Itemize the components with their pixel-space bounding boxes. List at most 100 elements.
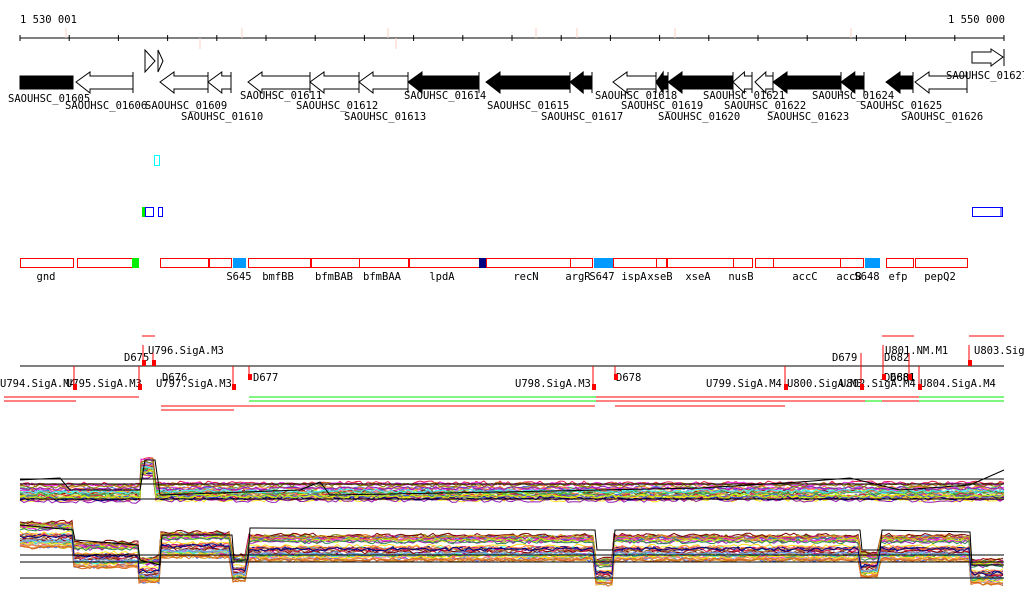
promoter-label: U804.SigA.M4	[920, 378, 996, 390]
feature-box	[145, 207, 154, 217]
annotation-track: gnd S645 bmfBB bfmBAB bfmBAA lpdA recN argRS647…	[20, 258, 968, 283]
promoter-label: D678	[616, 372, 641, 384]
gene-arrow	[485, 71, 571, 95]
annotation-box[interactable]	[773, 258, 841, 268]
promoter-label: U796.SigA.M3	[148, 345, 224, 357]
promoter-flag	[592, 384, 596, 390]
promoter-label: D682	[884, 352, 909, 364]
small-gene-arrow	[157, 49, 164, 73]
expression-profile	[19, 457, 1005, 487]
annotation-box[interactable]	[656, 258, 667, 268]
feature-box	[142, 207, 145, 217]
promoter-flag	[73, 384, 77, 390]
annotation-label: xseA	[685, 271, 711, 283]
gene-arrow	[207, 71, 232, 95]
annotation-label: S648	[854, 271, 879, 283]
gene-saouhsc-01627[interactable]: SAOUHSC_01627	[946, 48, 1024, 82]
gene-label: SAOUHSC_01617	[541, 111, 623, 123]
gene-arrow	[159, 71, 209, 95]
gene-arrow	[19, 75, 74, 90]
annotation-box[interactable]	[248, 258, 311, 268]
annotation-label: nusB	[728, 271, 753, 283]
gene-label: SAOUHSC_01620	[658, 111, 740, 123]
promoter-flag	[152, 360, 156, 366]
gene-arrow	[358, 71, 409, 95]
promoter-flag	[248, 374, 252, 380]
promoter-flag	[142, 360, 146, 366]
annotation-label: lpdA	[429, 271, 455, 283]
annotation-label: xseB	[647, 271, 672, 283]
annotation-box[interactable]	[594, 258, 613, 268]
promoter-flag	[614, 374, 618, 380]
annotation-box[interactable]	[570, 258, 593, 268]
promoter-flag	[860, 384, 864, 390]
gene-label: SAOUHSC_01623	[767, 111, 849, 123]
annotation-label: bfmBAA	[363, 271, 402, 283]
annotation-label: S645	[226, 271, 251, 283]
promoter-label: U794.SigA.M4	[0, 378, 76, 390]
annotation-box[interactable]	[359, 258, 409, 268]
ruler-start-label: 1 530 001	[20, 14, 77, 26]
annotation-box[interactable]	[132, 258, 139, 268]
genome-browser-view[interactable]: 1 530 001 1 550 000 SAOUHSC_01605SAOUHSC…	[0, 0, 1024, 611]
annotation-label: bfmBAB	[315, 271, 353, 283]
gene-arrow	[75, 71, 134, 95]
gene-saouhsc-01615[interactable]: SAOUHSC_01615	[485, 71, 571, 112]
annotation-label: pepQ2	[924, 271, 956, 283]
gene-saouhsc-01611[interactable]: SAOUHSC_01611	[240, 71, 322, 102]
annotation-box[interactable]	[915, 258, 968, 268]
ruler-end-label: 1 550 000	[948, 14, 1005, 26]
gene-saouhsc-01614[interactable]: SAOUHSC_01614	[404, 71, 486, 102]
feature-box	[158, 207, 163, 217]
promoter-label: U797.SigA.M3	[156, 378, 232, 390]
promoter-label: D677	[253, 372, 278, 384]
annotation-label: S647	[589, 271, 614, 283]
gene-label: SAOUHSC_01613	[344, 111, 426, 123]
gene-label: SAOUHSC_01606	[65, 100, 147, 112]
annotation-label: efp	[889, 271, 908, 283]
ruler: 1 530 001 1 550 000	[19, 14, 1005, 49]
annotation-label: ispA	[621, 271, 647, 283]
feature-box	[972, 207, 1003, 217]
gene-saouhsc-01606[interactable]: SAOUHSC_01606	[65, 71, 147, 112]
annotation-box[interactable]	[311, 258, 360, 268]
annotation-label: argR	[565, 271, 591, 283]
promoter-label: U803.SigA.M3	[974, 345, 1024, 357]
annotation-label: accC	[792, 271, 817, 283]
promoter-flag	[232, 384, 236, 390]
annotation-box[interactable]	[865, 258, 880, 268]
promoter-track: U794.SigA.M4U795.SigA.M3D675U796.SigA.M3…	[0, 335, 1024, 411]
expression-track	[19, 457, 1005, 587]
feature-box	[154, 155, 160, 166]
annotation-box[interactable]	[486, 258, 571, 268]
annotation-label: bmfBB	[262, 271, 294, 283]
annotation-box[interactable]	[667, 258, 734, 268]
promoter-label: U795.SigA.M3	[66, 378, 142, 390]
annotation-label: gnd	[37, 271, 56, 283]
promoter-flag	[882, 374, 886, 380]
annotation-box[interactable]	[733, 258, 753, 268]
annotation-box[interactable]	[409, 258, 480, 268]
promoter-flag	[968, 360, 972, 366]
annotation-box[interactable]	[160, 258, 209, 268]
annotation-box[interactable]	[20, 258, 74, 268]
annotation-box[interactable]	[209, 258, 232, 268]
annotation-box[interactable]	[233, 258, 246, 268]
gene-label: SAOUHSC_01627	[946, 70, 1024, 82]
small-gene-arrow	[144, 48, 156, 74]
promoter-flag	[918, 384, 922, 390]
promoter-label: U799.SigA.M4	[706, 378, 782, 390]
gene-track: SAOUHSC_01605SAOUHSC_01606SAOUHSC_01609S…	[8, 48, 1024, 217]
annotation-box[interactable]	[886, 258, 914, 268]
annotation-label: recN	[513, 271, 538, 283]
annotation-box[interactable]	[840, 258, 864, 268]
gene-label: SAOUHSC_01614	[404, 90, 486, 102]
promoter-flag	[138, 384, 142, 390]
annotation-box[interactable]	[479, 258, 486, 268]
gene-arrow	[569, 70, 593, 95]
promoter-flag	[784, 384, 788, 390]
gene-arrow	[971, 48, 1004, 67]
annotation-box[interactable]	[613, 258, 657, 268]
annotation-box[interactable]	[755, 258, 774, 268]
annotation-box[interactable]	[77, 258, 133, 268]
